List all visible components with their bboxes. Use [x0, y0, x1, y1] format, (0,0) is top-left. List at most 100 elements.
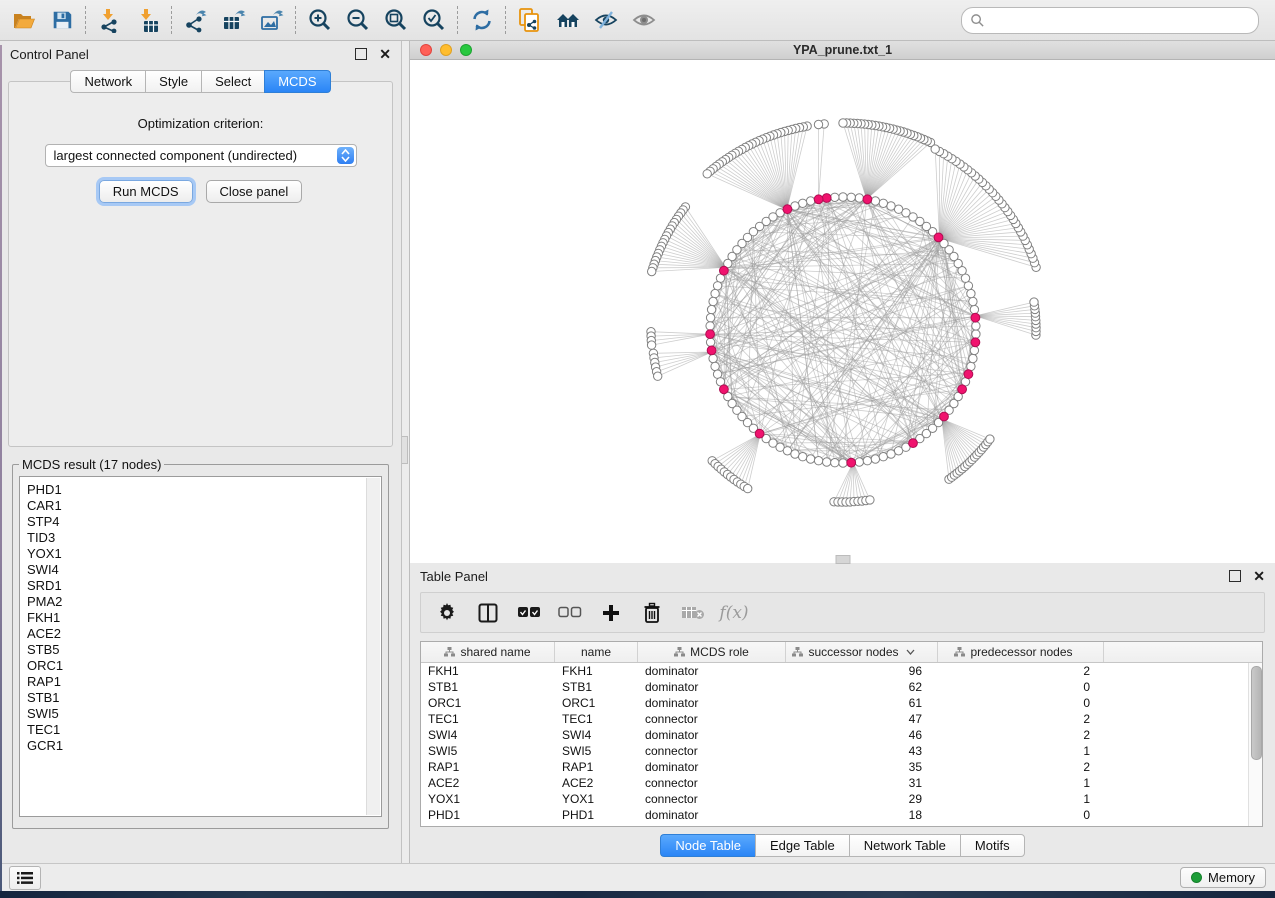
tab-edge-table[interactable]: Edge Table: [755, 834, 849, 857]
memory-button[interactable]: Memory: [1180, 867, 1266, 888]
export-network-icon: [183, 7, 209, 33]
export-network-button[interactable]: [180, 4, 212, 36]
mcds-result-item[interactable]: SRD1: [27, 578, 361, 594]
refresh-button[interactable]: [466, 4, 498, 36]
network-titlebar[interactable]: YPA_prune.txt_1: [410, 41, 1275, 60]
mcds-result-item[interactable]: STP4: [27, 514, 361, 530]
control-panel-tabs: Network Style Select MCDS: [0, 70, 401, 93]
mcds-result-item[interactable]: SWI5: [27, 706, 361, 722]
mcds-result-item[interactable]: ACE2: [27, 626, 361, 642]
cell-mcds-role: dominator: [638, 696, 786, 710]
column-header-mcds-role[interactable]: MCDS role: [638, 642, 786, 662]
open-session-button[interactable]: [8, 4, 40, 36]
delete-column-button[interactable]: [636, 598, 668, 628]
export-image-button[interactable]: [256, 4, 288, 36]
tab-mcds[interactable]: MCDS: [264, 70, 330, 93]
right-column: YPA_prune.txt_1 Table Panel: [410, 41, 1275, 863]
task-history-button[interactable]: [9, 866, 41, 890]
houses-button[interactable]: [552, 4, 584, 36]
float-panel-icon[interactable]: [355, 48, 367, 60]
search-input[interactable]: [990, 12, 1250, 29]
network-graph[interactable]: [410, 60, 1275, 558]
tab-network[interactable]: Network: [70, 70, 145, 93]
mcds-result-item[interactable]: STB5: [27, 642, 361, 658]
import-network-button[interactable]: [94, 4, 126, 36]
float-table-panel-icon[interactable]: [1229, 570, 1241, 582]
delete-table-button[interactable]: [677, 598, 709, 628]
show-column-button[interactable]: [472, 598, 504, 628]
table-row[interactable]: ORC1 ORC1 dominator 61 0: [421, 695, 1262, 711]
cell-name: TEC1: [555, 712, 638, 726]
run-mcds-button[interactable]: Run MCDS: [99, 180, 193, 203]
table-settings-button[interactable]: [431, 598, 463, 628]
mcds-result-item[interactable]: CAR1: [27, 498, 361, 514]
mcds-result-item[interactable]: TID3: [27, 530, 361, 546]
zoom-out-button[interactable]: [342, 4, 374, 36]
add-column-button[interactable]: [595, 598, 627, 628]
attribute-icon: [954, 647, 965, 657]
mcds-result-item[interactable]: PMA2: [27, 594, 361, 610]
splitter-handle[interactable]: [402, 436, 408, 464]
mcds-result-item[interactable]: STB1: [27, 690, 361, 706]
network-view[interactable]: [410, 60, 1275, 563]
save-session-button[interactable]: [46, 4, 78, 36]
close-panel-icon[interactable]: ✕: [379, 49, 391, 59]
function-builder-button[interactable]: f(x): [718, 598, 750, 628]
mcds-result-group: MCDS result (17 nodes) PHD1CAR1STP4TID3Y…: [12, 457, 389, 829]
mcds-result-item[interactable]: YOX1: [27, 546, 361, 562]
result-list-scrollbar[interactable]: [366, 478, 380, 815]
cell-predecessor-nodes: 2: [938, 664, 1104, 678]
network-view-resize-handle[interactable]: [835, 555, 850, 564]
tab-select[interactable]: Select: [201, 70, 264, 93]
close-table-panel-icon[interactable]: ✕: [1253, 571, 1265, 581]
tab-network-table[interactable]: Network Table: [849, 834, 960, 857]
table-row[interactable]: ACE2 ACE2 connector 31 1: [421, 775, 1262, 791]
select-all-button[interactable]: [513, 598, 545, 628]
select-stepper: [337, 147, 354, 164]
table-row[interactable]: STB1 STB1 dominator 62 0: [421, 679, 1262, 695]
close-panel-button[interactable]: Close panel: [206, 180, 303, 203]
export-table-button[interactable]: [218, 4, 250, 36]
table-row[interactable]: TEC1 TEC1 connector 47 2: [421, 711, 1262, 727]
column-header-successor-nodes[interactable]: successor nodes: [786, 642, 938, 662]
table-row[interactable]: SWI5 SWI5 connector 43 1: [421, 743, 1262, 759]
column-header-shared-name[interactable]: shared name: [421, 642, 555, 662]
hide-graphics-details-button[interactable]: [590, 4, 622, 36]
refresh-icon: [469, 7, 495, 33]
column-header-name[interactable]: name: [555, 642, 638, 662]
zoom-selected-button[interactable]: [418, 4, 450, 36]
show-graphics-details-button[interactable]: [628, 4, 660, 36]
tab-motifs[interactable]: Motifs: [960, 834, 1025, 857]
deselect-all-button[interactable]: [554, 598, 586, 628]
mcds-result-item[interactable]: FKH1: [27, 610, 361, 626]
main-content: Control Panel ✕ Network Style Select MCD…: [0, 41, 1275, 863]
zoom-in-button[interactable]: [304, 4, 336, 36]
mcds-result-item[interactable]: GCR1: [27, 738, 361, 754]
mcds-result-item[interactable]: PHD1: [27, 482, 361, 498]
mcds-result-list[interactable]: PHD1CAR1STP4TID3YOX1SWI4SRD1PMA2FKH1ACE2…: [19, 476, 382, 817]
mcds-result-item[interactable]: ORC1: [27, 658, 361, 674]
table-scrollbar[interactable]: [1248, 663, 1262, 826]
tab-style[interactable]: Style: [145, 70, 201, 93]
mcds-result-item[interactable]: TEC1: [27, 722, 361, 738]
table-scrollbar-thumb[interactable]: [1251, 666, 1262, 760]
panel-splitter[interactable]: [401, 41, 410, 863]
table-row[interactable]: RAP1 RAP1 dominator 35 2: [421, 759, 1262, 775]
table-row[interactable]: PHD1 PHD1 dominator 18 0: [421, 807, 1262, 823]
mcds-result-item[interactable]: RAP1: [27, 674, 361, 690]
tab-node-table[interactable]: Node Table: [660, 834, 755, 857]
mcds-result-item[interactable]: SWI4: [27, 562, 361, 578]
column-header-predecessor-nodes[interactable]: predecessor nodes: [938, 642, 1104, 662]
import-table-button[interactable]: [132, 4, 164, 36]
cell-name: FKH1: [555, 664, 638, 678]
cell-successor-nodes: 46: [786, 728, 938, 742]
table-header-row: shared name name MCDS role successor nod…: [421, 642, 1262, 663]
zoom-fit-button[interactable]: [380, 4, 412, 36]
table-row[interactable]: FKH1 FKH1 dominator 96 2: [421, 663, 1262, 679]
criterion-select[interactable]: largest connected component (undirected): [45, 144, 357, 167]
new-network-from-selection-button[interactable]: [514, 4, 546, 36]
export-table-icon: [221, 7, 247, 33]
cell-predecessor-nodes: 0: [938, 696, 1104, 710]
table-row[interactable]: SWI4 SWI4 dominator 46 2: [421, 727, 1262, 743]
table-row[interactable]: YOX1 YOX1 connector 29 1: [421, 791, 1262, 807]
